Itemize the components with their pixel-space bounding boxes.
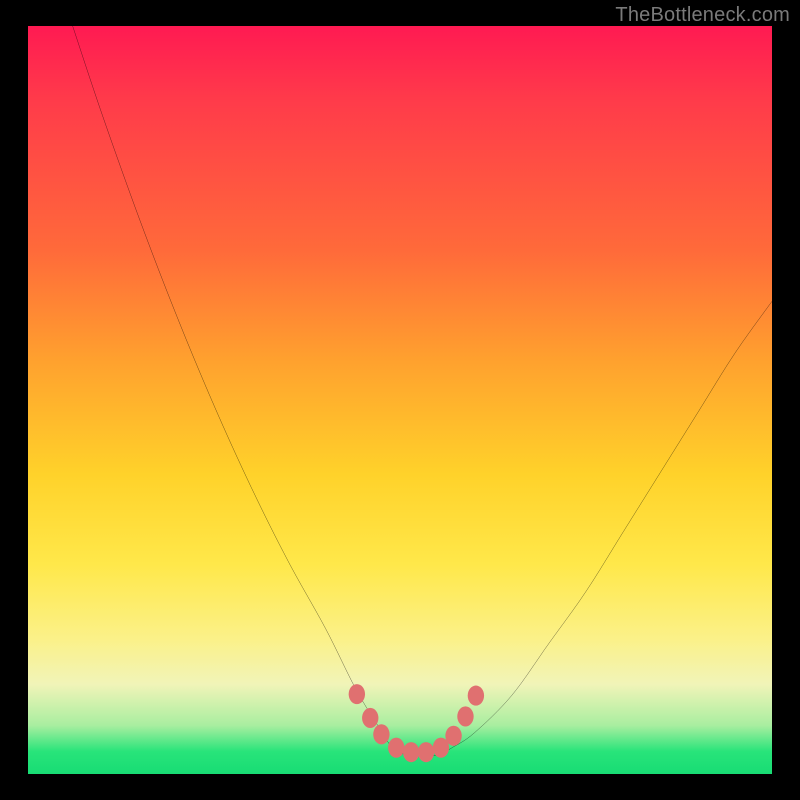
marker-dot [373,724,389,744]
highlight-markers [349,684,484,762]
marker-dot [457,706,473,726]
bottleneck-curve [73,26,772,756]
marker-dot [403,742,419,762]
marker-dot [445,726,461,746]
marker-dot [349,684,365,704]
curve-layer [28,26,772,770]
watermark-text: TheBottleneck.com [615,4,790,27]
plot-area [28,26,772,774]
marker-dot [362,708,378,728]
marker-dot [418,742,434,762]
chart-frame: TheBottleneck.com [0,0,800,800]
marker-dot [388,738,404,758]
marker-dot [468,686,484,706]
